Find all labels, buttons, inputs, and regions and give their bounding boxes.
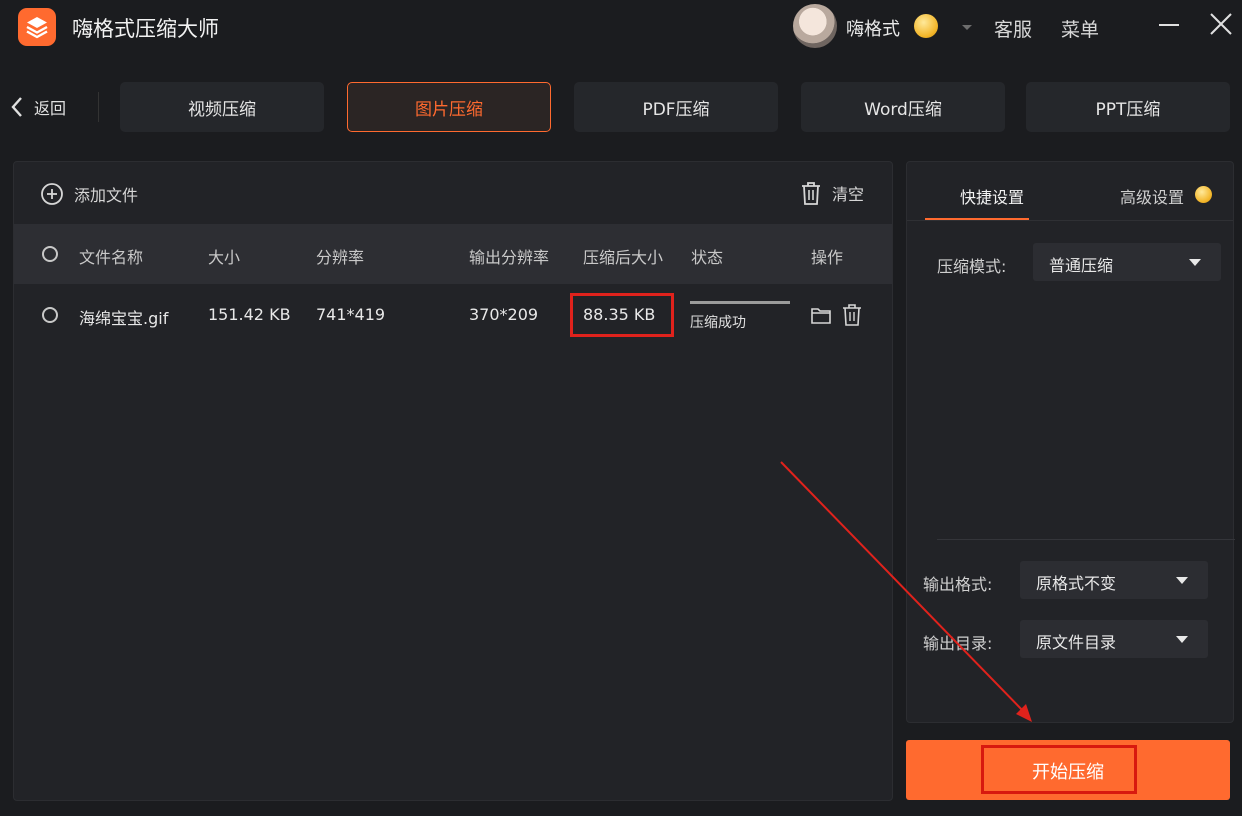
plus-circle-icon — [41, 183, 63, 205]
app-logo-icon — [18, 8, 56, 46]
caret-down-icon — [1176, 577, 1188, 584]
user-dropdown-icon[interactable] — [960, 18, 974, 37]
trash-icon — [802, 182, 820, 205]
caret-down-icon — [1176, 636, 1188, 643]
title-bar: 嗨格式压缩大师 嗨格式 客服 菜单 — [0, 0, 1242, 62]
tab-image[interactable]: 图片压缩 — [347, 82, 551, 132]
start-compress-label: 开始压缩 — [1032, 762, 1104, 783]
tab-pdf[interactable]: PDF压缩 — [574, 82, 778, 132]
add-file-label: 添加文件 — [74, 186, 139, 205]
column-header-status: 状态 — [691, 248, 724, 267]
menu-link[interactable]: 菜单 — [1061, 15, 1099, 42]
column-header-name: 文件名称 — [79, 248, 144, 267]
output-dir-value: 原文件目录 — [1036, 633, 1117, 652]
column-header-compressed-size: 压缩后大小 — [583, 248, 664, 267]
back-label: 返回 — [34, 99, 67, 118]
close-icon[interactable] — [1208, 11, 1234, 37]
open-folder-icon[interactable] — [810, 305, 832, 329]
avatar[interactable] — [793, 4, 837, 48]
table-row[interactable]: 海绵宝宝.gif 151.42 KB 741*419 370*209 88.35… — [14, 284, 892, 346]
file-resolution: 741*419 — [316, 305, 386, 324]
app-title: 嗨格式压缩大师 — [72, 17, 219, 41]
file-name: 海绵宝宝.gif — [79, 309, 169, 328]
column-header-output-resolution: 输出分辨率 — [469, 248, 550, 267]
tab-quick-settings[interactable]: 快捷设置 — [960, 184, 1024, 208]
vip-coin-icon — [914, 14, 938, 38]
compression-progress-bar — [690, 301, 790, 304]
tab-advanced-settings[interactable]: 高级设置 — [1120, 184, 1184, 208]
table-header: 文件名称 大小 分辨率 输出分辨率 压缩后大小 状态 操作 — [14, 224, 892, 284]
back-button[interactable]: 返回 — [10, 90, 66, 124]
compress-mode-label: 压缩模式: — [937, 257, 1007, 276]
output-dir-select[interactable]: 原文件目录 — [1020, 620, 1208, 658]
column-header-size: 大小 — [208, 248, 241, 267]
column-header-resolution: 分辨率 — [316, 248, 365, 267]
row-delete-icon[interactable] — [841, 303, 863, 331]
output-format-label: 输出格式: — [923, 575, 993, 594]
tab-video[interactable]: 视频压缩 — [120, 82, 324, 132]
customer-service-link[interactable]: 客服 — [994, 15, 1032, 42]
row-select-radio[interactable] — [42, 307, 58, 323]
username[interactable]: 嗨格式 — [846, 15, 900, 41]
settings-divider — [937, 539, 1235, 540]
settings-panel: 快捷设置 高级设置 压缩模式: 普通压缩 输出格式: 原格式不变 输出目录: 原… — [906, 161, 1235, 723]
vip-coin-icon — [1195, 186, 1212, 203]
select-all-radio[interactable] — [42, 246, 58, 262]
file-list-panel: 添加文件 清空 文件名称 大小 分辨率 输出分辨率 压缩后大小 状态 操作 海绵… — [13, 161, 893, 801]
clear-label: 清空 — [832, 185, 865, 204]
compress-mode-select[interactable]: 普通压缩 — [1033, 243, 1221, 281]
clear-button[interactable]: 清空 — [800, 180, 864, 206]
chevron-left-icon — [11, 97, 22, 117]
column-header-actions: 操作 — [811, 248, 844, 267]
output-dir-label: 输出目录: — [923, 634, 993, 653]
settings-tab-divider — [907, 220, 1233, 221]
output-resolution: 370*209 — [469, 305, 539, 324]
caret-down-icon — [1189, 259, 1201, 266]
file-size: 151.42 KB — [208, 305, 291, 324]
minimize-icon[interactable] — [1157, 12, 1181, 36]
tab-ppt[interactable]: PPT压缩 — [1026, 82, 1230, 132]
nav-divider — [98, 92, 99, 122]
compressed-size: 88.35 KB — [583, 305, 656, 324]
add-file-button[interactable]: 添加文件 — [40, 182, 138, 206]
status-text: 压缩成功 — [690, 315, 746, 331]
compress-mode-value: 普通压缩 — [1049, 256, 1114, 275]
tab-word[interactable]: Word压缩 — [801, 82, 1005, 132]
start-compress-button[interactable]: 开始压缩 — [906, 740, 1230, 800]
output-format-select[interactable]: 原格式不变 — [1020, 561, 1208, 599]
output-format-value: 原格式不变 — [1036, 574, 1117, 593]
